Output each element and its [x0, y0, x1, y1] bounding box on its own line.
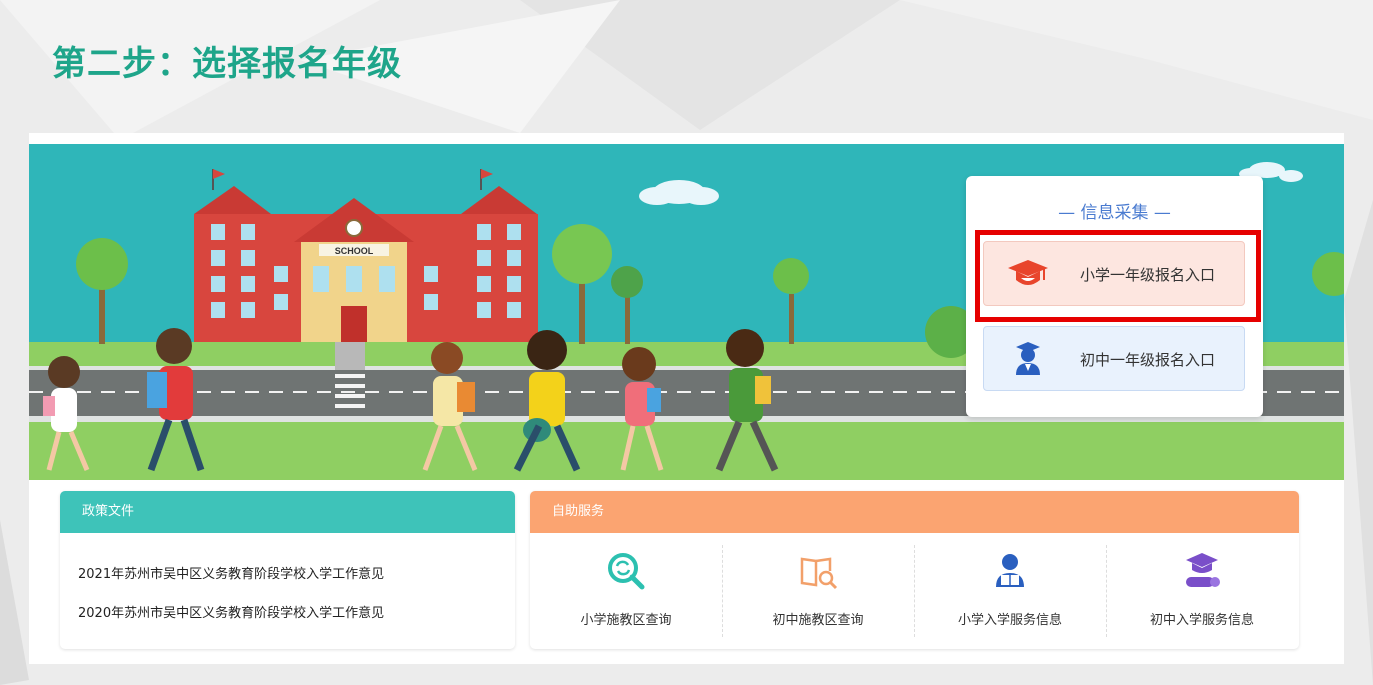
policy-link-2021[interactable]: 2021年苏州市吴中区义务教育阶段学校入学工作意见 [78, 563, 384, 582]
policy-header: 政策文件 [60, 491, 515, 533]
primary-district-query-label: 小学施教区查询 [580, 613, 672, 628]
reading-student-icon [996, 554, 1024, 587]
selection-highlight [975, 230, 1261, 322]
primary-enrollment-info-button[interactable]: 小学入学服务信息 [914, 543, 1106, 639]
junior-enrollment-info-button[interactable]: 初中入学服务信息 [1106, 543, 1298, 639]
primary-district-query-button[interactable]: 小学施教区查询 [530, 543, 722, 639]
diploma-cap-icon [1186, 553, 1220, 587]
student-icon [1016, 342, 1040, 375]
book-search-icon [800, 557, 838, 590]
search-refresh-icon [608, 553, 645, 590]
junior-grade1-entry-label: 初中一年级报名入口 [1080, 351, 1216, 369]
service-panel: 自助服务 小学施教区查询 初中施教区查询 小学入学服务信息 初中入学服务信息 [530, 491, 1299, 649]
policy-panel: 政策文件 2021年苏州市吴中区义务教育阶段学校入学工作意见 2020年苏州市吴… [60, 491, 515, 649]
info-collection-card: — 信息采集 — 小学一年级报名入口 初中一年级报名入口 [966, 176, 1263, 417]
page-title: 第二步：选择报名年级 [52, 44, 402, 84]
info-collection-title: — 信息采集 — [1058, 203, 1171, 223]
junior-district-query-button[interactable]: 初中施教区查询 [722, 543, 914, 639]
junior-enrollment-info-label: 初中入学服务信息 [1149, 613, 1254, 628]
junior-district-query-label: 初中施教区查询 [772, 613, 864, 628]
primary-enrollment-info-label: 小学入学服务信息 [957, 613, 1062, 628]
main-frame: SCHOOL — 信息采集 — 小学一年级报名入口 初中一年级报名入口 政策文件… [29, 133, 1344, 664]
policy-link-2020[interactable]: 2020年苏州市吴中区义务教育阶段学校入学工作意见 [78, 602, 384, 621]
school-sign: SCHOOL [335, 246, 374, 256]
junior-grade1-entry-button[interactable]: 初中一年级报名入口 [983, 326, 1245, 391]
service-header: 自助服务 [530, 491, 1299, 533]
